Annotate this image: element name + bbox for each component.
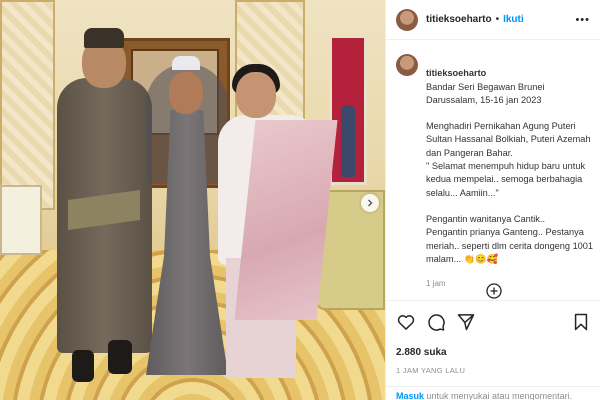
plus-circle-icon[interactable] [486, 283, 502, 299]
caption-paragraph: Pengantin wanitanya Cantik.. Pengantin p… [426, 213, 594, 264]
caption-paragraph: Menghadiri Pernikahan Agung Puteri Sulta… [426, 121, 591, 198]
separator-dot: • [495, 14, 500, 25]
avatar[interactable] [396, 54, 418, 76]
login-link[interactable]: Masuk [396, 391, 424, 400]
follow-button[interactable]: Ikuti [503, 14, 524, 25]
groom-shoe [108, 340, 132, 374]
post-actions: 2.880 suka 1 JAM YANG LALU [386, 300, 600, 375]
caption-timestamp: 1 jam [426, 279, 446, 289]
post-side-panel: titieksoeharto • Ikuti ••• titieksoehart… [385, 0, 600, 400]
post-header: titieksoeharto • Ikuti ••• [386, 0, 600, 40]
groom-songkok [84, 28, 124, 48]
chevron-right-icon [368, 199, 373, 207]
background-guard [341, 105, 355, 177]
comment-icon[interactable] [426, 312, 446, 332]
share-icon[interactable] [456, 312, 476, 332]
username-link[interactable]: titieksoeharto [426, 14, 492, 25]
wall-panel [0, 0, 55, 210]
avatar[interactable] [396, 8, 418, 31]
login-prompt: Masuk untuk menyukai atau mengomentari. [386, 386, 600, 400]
login-prompt-text: untuk menyukai atau mengomentari. [424, 391, 573, 400]
bride-head [169, 72, 203, 114]
caption-username[interactable]: titieksoeharto [426, 68, 486, 78]
post-caption: titieksoeharto Bandar Seri Begawan Brune… [396, 54, 596, 290]
groom-shoe [72, 350, 94, 382]
post-photo[interactable] [0, 0, 385, 400]
heart-icon[interactable] [396, 312, 416, 332]
caption-location: Bandar Seri Begawan Brunei Darussalam, 1… [426, 81, 545, 105]
post-date: 1 JAM YANG LALU [396, 366, 466, 375]
likes-count[interactable]: 2.880 suka [396, 347, 591, 358]
next-slide-button[interactable] [361, 194, 379, 212]
chair [0, 185, 42, 255]
bookmark-icon[interactable] [571, 312, 591, 332]
lady-head [236, 72, 276, 118]
bride-tiara [172, 56, 200, 70]
more-options-icon[interactable]: ••• [575, 14, 590, 26]
